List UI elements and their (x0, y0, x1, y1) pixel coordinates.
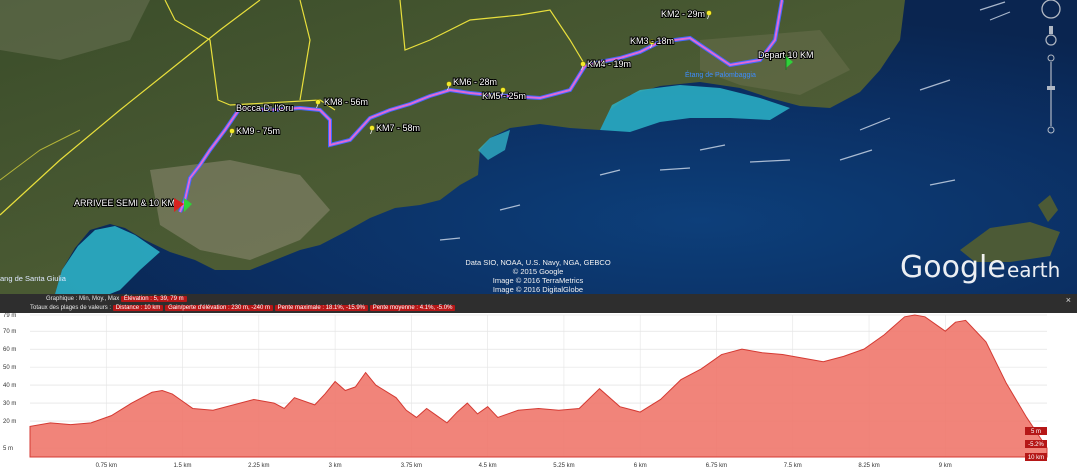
svg-text:10 km: 10 km (1028, 455, 1044, 461)
satellite-map[interactable]: Étang de Palombaggia KM2 - 29m KM3 - 18m… (0, 0, 1077, 294)
x-tick-label: 6.75 km (706, 463, 727, 469)
attribution-line: Image © 2016 DigitalGlobe (493, 285, 583, 294)
km-label: KM6 - 28m (453, 77, 497, 87)
zoom-slider-handle (1047, 86, 1055, 90)
km-label: KM4 - 19m (587, 59, 631, 69)
elevation-gain-summary: Gain/perte d'élévation : 230 m, -240 m (165, 305, 273, 311)
km-label: KM7 - 58m (376, 123, 420, 133)
profile-row-2: Totaux des plages de valeurs : Distance … (30, 305, 456, 311)
end-slope-badge: -5.2% (1025, 440, 1047, 448)
y-tick-label: 30 m (3, 401, 16, 407)
x-tick-label: 6 km (634, 463, 647, 469)
x-tick-label: 1.5 km (174, 463, 192, 469)
chart-mode-label: Graphique : Min, Moy., Max (46, 296, 120, 302)
y-tick-label: 50 m (3, 365, 16, 371)
x-tick-label: 4.5 km (479, 463, 497, 469)
y-tick-label: 79 m (3, 313, 16, 319)
y-tick-label: 70 m (3, 329, 16, 335)
x-tick-label: 0.75 km (96, 463, 117, 469)
finish-label: ARRIVEE SEMI & 10 KM (74, 198, 175, 208)
earth-logo: earth (1007, 258, 1060, 282)
x-tick-label: 9 km (939, 463, 952, 469)
map-view[interactable]: Étang de Palombaggia KM2 - 29m KM3 - 18m… (0, 0, 1077, 294)
distance-summary: Distance : 10 km (112, 305, 164, 311)
place-label: Bocca Di l'Oru (236, 103, 293, 113)
end-distance-badge: 10 km (1025, 453, 1047, 461)
max-slope-summary: Pente maximale : 18.1%, -15.9% (274, 305, 369, 311)
elevation-chart[interactable]: 5 m 20 m 30 m 40 m 50 m 60 m 70 m 79 m 0.75 km 1… (0, 313, 1077, 470)
km-label: KM9 - 75m (236, 126, 280, 136)
google-logo: Google (900, 250, 1006, 285)
km-label: KM3 - 18m (630, 36, 674, 46)
close-profile-button[interactable]: × (1066, 295, 1071, 305)
attribution-line: © 2015 Google (513, 267, 564, 276)
attribution-line: Image © 2016 TerraMetrics (493, 276, 584, 285)
range-totals-label: Totaux des plages de valeurs : (30, 305, 112, 311)
km-label: KM2 - 29m (661, 9, 705, 19)
profile-header: Graphique : Min, Moy., Max Élévation : 5… (0, 294, 1077, 313)
svg-text:-5.2%: -5.2% (1028, 442, 1044, 448)
attribution-line: Data SIO, NOAA, U.S. Navy, NGA, GEBCO (465, 258, 610, 267)
end-badges: 5 m -5.2% 10 km (1025, 427, 1047, 461)
end-elevation-badge: 5 m (1025, 427, 1047, 435)
pegman-icon (1049, 26, 1053, 34)
x-tick-label: 3.75 km (401, 463, 422, 469)
avg-slope-summary: Pente moyenne : 4.1%, -5.0% (369, 305, 456, 311)
profile-row-1: Graphique : Min, Moy., Max Élévation : 5… (46, 296, 187, 302)
y-tick-label: 60 m (3, 347, 16, 353)
km-label: KM5 - 25m (482, 91, 526, 101)
y-tick-label: 5 m (3, 446, 13, 452)
y-tick-label: 20 m (3, 419, 16, 425)
place-label-bottom: ang de Santa Giulia (0, 274, 67, 283)
x-tick-label: 8.25 km (858, 463, 879, 469)
x-tick-label: 5.25 km (553, 463, 574, 469)
x-tick-label: 2.25 km (248, 463, 269, 469)
elevation-profile-panel: Graphique : Min, Moy., Max Élévation : 5… (0, 294, 1077, 470)
svg-text:5 m: 5 m (1031, 429, 1041, 435)
lake-label: Étang de Palombaggia (685, 70, 756, 79)
y-tick-label: 40 m (3, 383, 16, 389)
x-tick-label: 7.5 km (784, 463, 802, 469)
elevation-summary: Élévation : 5, 39, 79 m (120, 296, 187, 302)
km-label: KM8 - 56m (324, 97, 368, 107)
x-tick-label: 3 km (329, 463, 342, 469)
